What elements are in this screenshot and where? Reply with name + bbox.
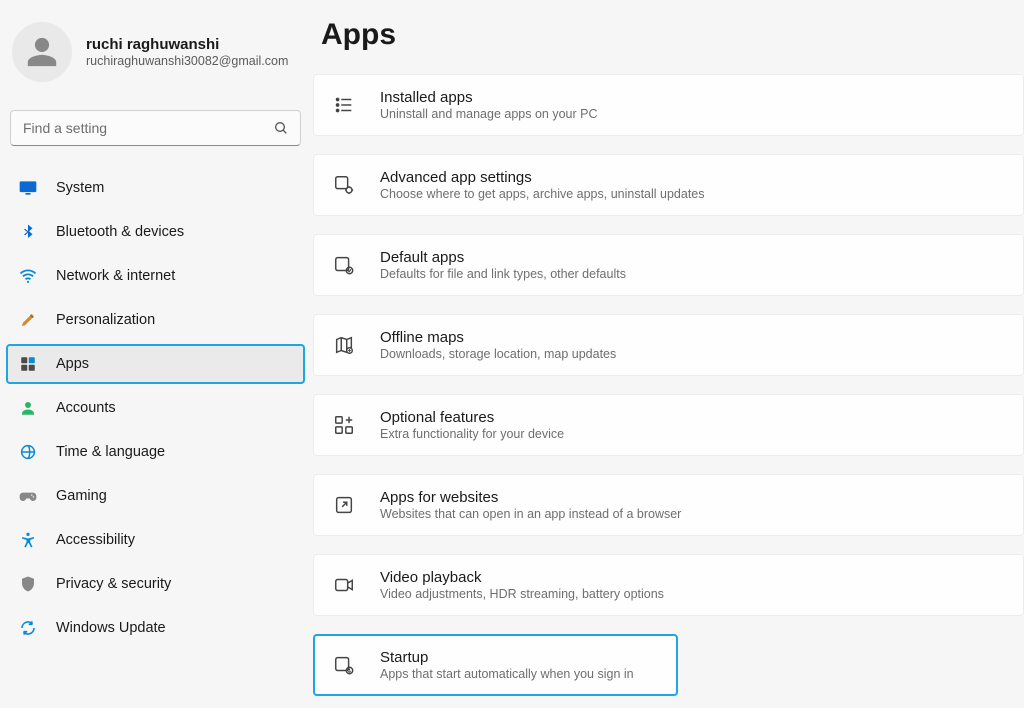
sidebar-item-network[interactable]: Network & internet (6, 256, 305, 296)
display-icon (18, 178, 38, 198)
card-desc: Video adjustments, HDR streaming, batter… (380, 587, 664, 601)
sidebar-item-personalization[interactable]: Personalization (6, 300, 305, 340)
sidebar-item-accessibility[interactable]: Accessibility (6, 520, 305, 560)
card-text: Default apps Defaults for file and link … (380, 249, 626, 281)
sidebar-item-accounts[interactable]: Accounts (6, 388, 305, 428)
profile-text: ruchi raghuwanshi ruchiraghuwanshi30082@… (86, 36, 288, 68)
card-text: Offline maps Downloads, storage location… (380, 329, 616, 361)
apps-icon (18, 354, 38, 374)
account-icon (18, 398, 38, 418)
sidebar-item-label: Gaming (56, 488, 107, 504)
map-icon (332, 333, 356, 357)
sidebar-item-label: Network & internet (56, 268, 175, 284)
card-text: Optional features Extra functionality fo… (380, 409, 564, 441)
card-title: Optional features (380, 409, 564, 426)
card-title: Startup (380, 649, 634, 666)
card-text: Apps for websites Websites that can open… (380, 489, 681, 521)
nav-list: System Bluetooth & devices Network & int… (6, 168, 305, 652)
default-apps-icon (332, 253, 356, 277)
card-title: Video playback (380, 569, 664, 586)
profile-email: ruchiraghuwanshi30082@gmail.com (86, 54, 288, 68)
sidebar-item-time-language[interactable]: Time & language (6, 432, 305, 472)
card-desc: Apps that start automatically when you s… (380, 667, 634, 681)
bluetooth-icon (18, 222, 38, 242)
open-external-icon (332, 493, 356, 517)
update-icon (18, 618, 38, 638)
search-input[interactable] (10, 110, 301, 146)
card-startup[interactable]: Startup Apps that start automatically wh… (313, 634, 678, 696)
sidebar-item-privacy[interactable]: Privacy & security (6, 564, 305, 604)
card-text: Video playback Video adjustments, HDR st… (380, 569, 664, 601)
card-text: Startup Apps that start automatically wh… (380, 649, 634, 681)
card-installed-apps[interactable]: Installed apps Uninstall and manage apps… (313, 74, 1024, 136)
search-icon (273, 120, 289, 136)
wifi-icon (18, 266, 38, 286)
person-icon (25, 35, 59, 69)
accessibility-icon (18, 530, 38, 550)
card-title: Advanced app settings (380, 169, 705, 186)
shield-icon (18, 574, 38, 594)
settings-list: Installed apps Uninstall and manage apps… (313, 74, 1024, 696)
sidebar-item-gaming[interactable]: Gaming (6, 476, 305, 516)
sidebar-item-label: Accessibility (56, 532, 135, 548)
page-title: Apps (313, 18, 1024, 52)
grid-plus-icon (332, 413, 356, 437)
sidebar-item-label: Bluetooth & devices (56, 224, 184, 240)
sidebar-item-label: Windows Update (56, 620, 166, 636)
main-content: Apps Installed apps Uninstall and manage… (313, 0, 1024, 708)
avatar (12, 22, 72, 82)
profile-block[interactable]: ruchi raghuwanshi ruchiraghuwanshi30082@… (6, 16, 305, 92)
gamepad-icon (18, 486, 38, 506)
card-desc: Websites that can open in an app instead… (380, 507, 681, 521)
sidebar-item-apps[interactable]: Apps (6, 344, 305, 384)
video-icon (332, 573, 356, 597)
card-title: Default apps (380, 249, 626, 266)
sidebar-item-label: Apps (56, 356, 89, 372)
card-title: Offline maps (380, 329, 616, 346)
card-advanced-app-settings[interactable]: Advanced app settings Choose where to ge… (313, 154, 1024, 216)
card-desc: Choose where to get apps, archive apps, … (380, 187, 705, 201)
profile-name: ruchi raghuwanshi (86, 36, 288, 53)
sidebar-item-label: System (56, 180, 104, 196)
card-video-playback[interactable]: Video playback Video adjustments, HDR st… (313, 554, 1024, 616)
app-gear-icon (332, 173, 356, 197)
sidebar-item-label: Time & language (56, 444, 165, 460)
card-text: Installed apps Uninstall and manage apps… (380, 89, 598, 121)
list-icon (332, 93, 356, 117)
card-offline-maps[interactable]: Offline maps Downloads, storage location… (313, 314, 1024, 376)
card-apps-for-websites[interactable]: Apps for websites Websites that can open… (313, 474, 1024, 536)
sidebar-item-label: Accounts (56, 400, 116, 416)
sidebar-item-system[interactable]: System (6, 168, 305, 208)
card-desc: Defaults for file and link types, other … (380, 267, 626, 281)
card-desc: Downloads, storage location, map updates (380, 347, 616, 361)
startup-icon (332, 653, 356, 677)
card-desc: Uninstall and manage apps on your PC (380, 107, 598, 121)
sidebar-item-bluetooth[interactable]: Bluetooth & devices (6, 212, 305, 252)
search-wrap (10, 110, 301, 146)
sidebar: ruchi raghuwanshi ruchiraghuwanshi30082@… (0, 0, 313, 708)
card-text: Advanced app settings Choose where to ge… (380, 169, 705, 201)
sidebar-item-label: Personalization (56, 312, 155, 328)
card-title: Apps for websites (380, 489, 681, 506)
card-optional-features[interactable]: Optional features Extra functionality fo… (313, 394, 1024, 456)
globe-clock-icon (18, 442, 38, 462)
sidebar-item-windows-update[interactable]: Windows Update (6, 608, 305, 648)
sidebar-item-label: Privacy & security (56, 576, 171, 592)
brush-icon (18, 310, 38, 330)
card-default-apps[interactable]: Default apps Defaults for file and link … (313, 234, 1024, 296)
card-title: Installed apps (380, 89, 598, 106)
card-desc: Extra functionality for your device (380, 427, 564, 441)
